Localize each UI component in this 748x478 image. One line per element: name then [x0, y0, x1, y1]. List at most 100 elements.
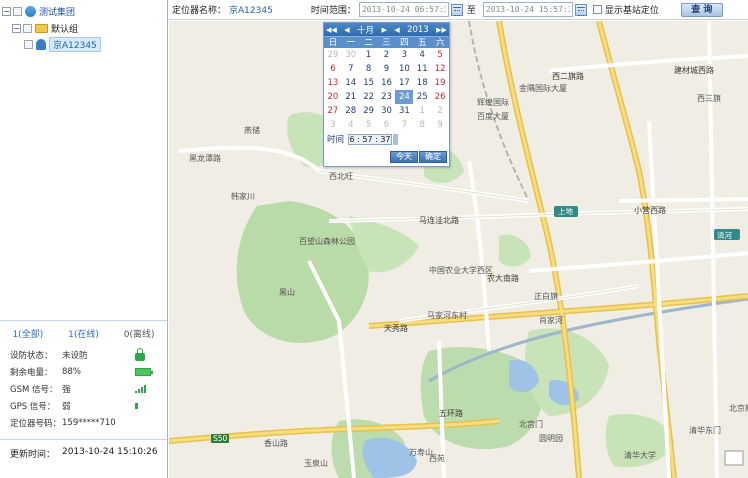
tree-group-label[interactable]: 默认组	[51, 22, 78, 35]
calendar-day[interactable]: 1	[413, 104, 431, 118]
query-button[interactable]: 查 询	[680, 2, 723, 17]
calendar-day[interactable]: 8	[360, 62, 378, 76]
info-value: 159*****710	[62, 418, 116, 428]
calendar-day[interactable]: 7	[342, 62, 360, 76]
tree-vehicle-label[interactable]: 京A12345	[49, 36, 101, 52]
gps-icon	[135, 403, 138, 409]
calendar-day[interactable]: 9	[378, 62, 396, 76]
map-label: 西苑	[429, 453, 445, 463]
map-label: 西三旗	[697, 93, 721, 103]
signal-icon	[135, 385, 146, 393]
calendar-day[interactable]: 11	[413, 62, 431, 76]
calendar-day[interactable]: 30	[378, 104, 396, 118]
map-label: 北京科	[729, 403, 748, 413]
calendar-day[interactable]: 29	[360, 104, 378, 118]
base-station-checkbox[interactable]	[592, 5, 602, 14]
tree-node-group[interactable]: − 默认组	[12, 21, 78, 35]
time-label: 时间	[327, 135, 345, 145]
device-tree-panel: − 测试集团 − 默认组 京A12345 1(全部) 1(在线) 0(离线) 设…	[0, 0, 168, 478]
tree-node-vehicle[interactable]: 京A12345	[24, 36, 101, 52]
tab-online[interactable]: 1(在线)	[68, 327, 99, 340]
map-label: 百望山森林公园	[299, 236, 355, 246]
prev-month-icon[interactable]: ◀◀	[326, 26, 337, 34]
query-toolbar: 定位器名称： 京A12345 时间范围： 至 显示基站定位 查 询	[169, 0, 748, 20]
tree-node-root[interactable]: − 测试集团	[2, 4, 75, 18]
calendar-day[interactable]: 16	[378, 76, 396, 90]
next-icon[interactable]: ▶	[381, 26, 386, 34]
map-label: 五环路	[439, 408, 463, 418]
next-year-icon[interactable]: ▶▶	[436, 26, 447, 34]
calendar-day[interactable]: 4	[342, 118, 360, 132]
weekday-header: 日一二三四五六	[324, 36, 449, 48]
calendar-day[interactable]: 21	[342, 90, 360, 104]
end-time-input[interactable]	[482, 2, 573, 17]
calendar-day[interactable]: 14	[342, 76, 360, 90]
date-picker-popup: ◀◀ ◀ 十月 ▶ ◀ 2013 ▶▶ 日一二三四五六 29 30 1 2 3 4 5 6 7 8…	[323, 22, 450, 167]
map-label: 小营西路	[634, 205, 666, 215]
ok-button[interactable]: 确定	[419, 151, 447, 163]
calendar-day[interactable]: 23	[378, 90, 396, 104]
map-label: 肖家河	[539, 315, 563, 325]
calendar-day[interactable]: 30	[342, 48, 360, 62]
calendar-day[interactable]: 20	[324, 90, 342, 104]
calendar-day[interactable]: 3	[324, 118, 342, 132]
tree-root-checkbox[interactable]	[13, 6, 22, 16]
map-label: 马家河东村	[427, 310, 467, 320]
info-row-defense: 设防状态： 未设防	[10, 348, 145, 362]
time-spinner[interactable]	[393, 133, 399, 145]
calendar-icon[interactable]	[450, 3, 463, 16]
map-label: 天秀路	[384, 323, 408, 333]
calendar-day[interactable]: 8	[413, 118, 431, 132]
calendar-day[interactable]: 5	[360, 118, 378, 132]
calendar-day[interactable]: 12	[431, 62, 449, 76]
tab-all[interactable]: 1(全部)	[12, 327, 43, 340]
calendar-day[interactable]: 13	[324, 76, 342, 90]
calendar-day[interactable]: 2	[378, 48, 396, 62]
calendar-day[interactable]: 27	[324, 104, 342, 118]
calendar-day[interactable]: 5	[431, 48, 449, 62]
calendar-day[interactable]: 18	[413, 76, 431, 90]
prev-icon[interactable]: ◀	[344, 26, 349, 34]
tab-offline[interactable]: 0(离线)	[124, 327, 155, 340]
calendar-day[interactable]: 17	[395, 76, 413, 90]
calendar-day[interactable]: 4	[413, 48, 431, 62]
time-input[interactable]: 6 : 57 : 37	[348, 133, 393, 145]
calendar-year[interactable]: 2013	[407, 25, 429, 35]
zoom-control[interactable]	[724, 450, 744, 466]
calendar-day[interactable]: 31	[395, 104, 413, 118]
calendar-day[interactable]: 26	[431, 90, 449, 104]
calendar-day[interactable]: 6	[324, 62, 342, 76]
today-button[interactable]: 今天	[390, 151, 418, 163]
calendar-day[interactable]: 25	[413, 90, 431, 104]
calendar-header: ◀◀ ◀ 十月 ▶ ◀ 2013 ▶▶	[324, 23, 449, 36]
calendar-month[interactable]: 十月	[357, 24, 374, 36]
calendar-day[interactable]: 15	[360, 76, 378, 90]
calendar-day[interactable]: 19	[431, 76, 449, 90]
map-label: 韩家川	[231, 191, 255, 201]
calendar-day[interactable]: 22	[360, 90, 378, 104]
calendar-day[interactable]: 1	[360, 48, 378, 62]
map-label: 香山路	[264, 438, 288, 448]
tree-vehicle-checkbox[interactable]	[24, 39, 33, 49]
map-view[interactable]: 黑龙潭路 燕储 西北旺 韩家川 马连洼北路 百望山森林公园 黑山 中国农业大学西…	[169, 21, 748, 478]
calendar-day[interactable]: 3	[395, 48, 413, 62]
calendar-day[interactable]: 2	[431, 104, 449, 118]
calendar-day[interactable]: 7	[395, 118, 413, 132]
collapse-icon[interactable]: −	[12, 23, 21, 33]
prev-year-icon[interactable]: ◀	[394, 26, 399, 34]
calendar-day[interactable]: 29	[324, 48, 342, 62]
calendar-day[interactable]: 10	[395, 62, 413, 76]
calendar-day[interactable]: 28	[342, 104, 360, 118]
map-canvas[interactable]: 黑龙潭路 燕储 西北旺 韩家川 马连洼北路 百望山森林公园 黑山 中国农业大学西…	[169, 21, 748, 478]
calendar-day[interactable]: 9	[431, 118, 449, 132]
calendar-day[interactable]: 6	[378, 118, 396, 132]
app-root: − 测试集团 − 默认组 京A12345 1(全部) 1(在线) 0(离线) 设…	[0, 0, 748, 478]
calendar-day[interactable]: 24	[395, 90, 414, 104]
info-value: 未设防	[62, 351, 88, 361]
collapse-icon[interactable]: −	[2, 6, 11, 16]
start-time-input[interactable]	[358, 2, 449, 17]
tree-group-checkbox[interactable]	[23, 23, 32, 33]
map-label: 黑山	[279, 287, 295, 297]
tree-root-label[interactable]: 测试集团	[39, 5, 75, 18]
calendar-icon[interactable]	[574, 3, 587, 16]
